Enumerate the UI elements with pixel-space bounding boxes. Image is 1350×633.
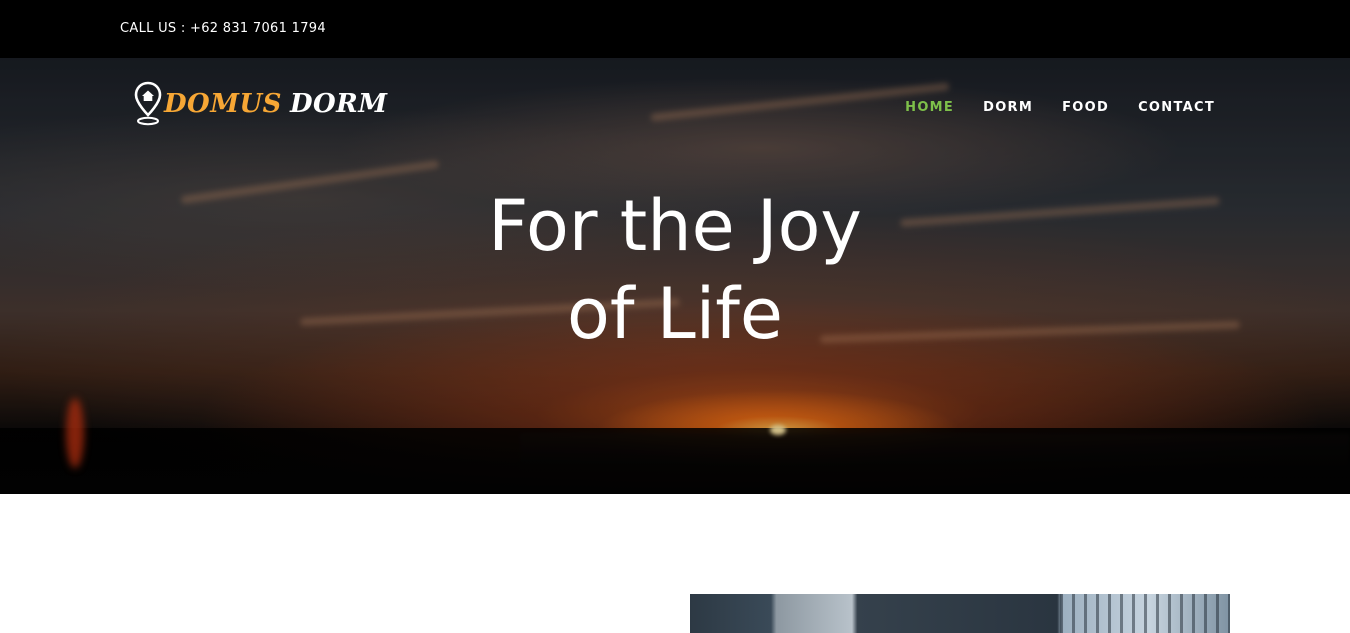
call-us-text: CALL US : +62 831 7061 1794 xyxy=(120,21,326,36)
hero-headline: For the Joy of Life xyxy=(0,182,1350,358)
dorm-photo xyxy=(690,594,1230,633)
brand-word-domus: DOMUS xyxy=(164,89,282,119)
nav-item-contact[interactable]: CONTACT xyxy=(1138,100,1215,115)
nav-item-home[interactable]: HOME xyxy=(905,100,954,115)
top-bar: CALL US : +62 831 7061 1794 xyxy=(0,0,1350,58)
site-logo[interactable]: DOMUS DORM xyxy=(134,81,388,127)
nav-item-food[interactable]: FOOD xyxy=(1062,100,1109,115)
hero-headline-line1: For the Joy xyxy=(488,185,862,267)
hero-headline-line2: of Life xyxy=(567,273,783,355)
brand-word-dorm: DORM xyxy=(289,89,388,119)
nav-item-dorm[interactable]: DORM xyxy=(983,100,1033,115)
map-pin-home-icon xyxy=(134,81,162,126)
main-nav: HOME DORM FOOD CONTACT xyxy=(905,100,1215,115)
